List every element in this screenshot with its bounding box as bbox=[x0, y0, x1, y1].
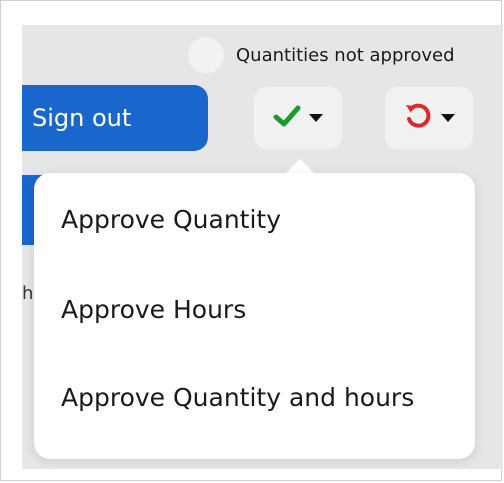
undo-icon bbox=[403, 101, 433, 135]
menu-item-approve-hours[interactable]: Approve Hours bbox=[61, 295, 246, 324]
sign-out-label: Sign out bbox=[32, 104, 132, 132]
status-indicator bbox=[188, 37, 224, 73]
obscured-text-fragment: h bbox=[22, 283, 34, 304]
chevron-down-icon bbox=[309, 114, 323, 122]
screenshot-frame: Quantities not approved Sign out h Appro… bbox=[0, 0, 503, 481]
revert-dropdown-button[interactable] bbox=[385, 87, 473, 149]
approve-dropdown-button[interactable] bbox=[254, 87, 342, 149]
menu-item-approve-quantity[interactable]: Approve Quantity bbox=[61, 205, 281, 234]
menu-item-approve-quantity-and-hours[interactable]: Approve Quantity and hours bbox=[61, 383, 414, 412]
approve-menu-popover: Approve Quantity Approve Hours Approve Q… bbox=[34, 173, 475, 459]
chevron-down-icon bbox=[441, 114, 455, 122]
status-text: Quantities not approved bbox=[236, 45, 455, 66]
check-icon bbox=[273, 104, 301, 132]
popover-arrow bbox=[285, 159, 315, 174]
sign-out-button[interactable]: Sign out bbox=[22, 85, 208, 151]
